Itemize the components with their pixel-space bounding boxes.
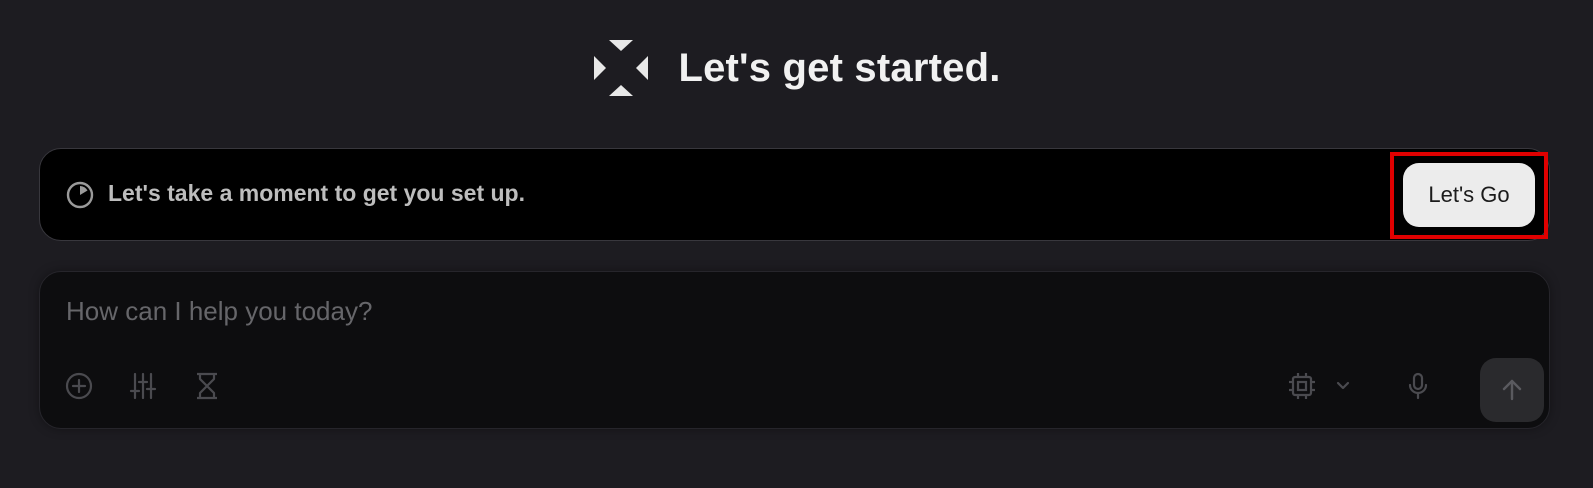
arrow-up-icon bbox=[1502, 379, 1522, 401]
cpu-model-icon bbox=[1289, 373, 1315, 399]
send-button[interactable] bbox=[1480, 358, 1544, 422]
microphone-icon bbox=[1408, 372, 1428, 400]
history-button[interactable] bbox=[190, 369, 224, 403]
attach-button[interactable] bbox=[62, 369, 96, 403]
onboarding-page: Let's get started. Let's take a moment t… bbox=[0, 0, 1593, 488]
voice-input-button[interactable] bbox=[1401, 369, 1435, 403]
chevron-down-icon bbox=[1336, 381, 1350, 390]
page-title: Let's get started. bbox=[678, 45, 1001, 90]
lets-go-button[interactable]: Let's Go bbox=[1403, 163, 1535, 227]
settings-button[interactable] bbox=[126, 369, 160, 403]
progress-circle-icon bbox=[66, 181, 94, 209]
hero-header: Let's get started. bbox=[0, 38, 1593, 98]
sliders-icon bbox=[129, 372, 157, 400]
prompt-input[interactable] bbox=[64, 290, 1368, 332]
plus-circle-icon bbox=[65, 372, 93, 400]
setup-message: Let's take a moment to get you set up. bbox=[108, 180, 525, 206]
model-selector[interactable] bbox=[1287, 369, 1357, 403]
setup-banner: Let's take a moment to get you set up. bbox=[39, 148, 1550, 241]
hourglass-icon bbox=[197, 372, 217, 400]
chat-composer bbox=[39, 271, 1550, 429]
diamond-cross-logo-icon bbox=[594, 40, 649, 96]
